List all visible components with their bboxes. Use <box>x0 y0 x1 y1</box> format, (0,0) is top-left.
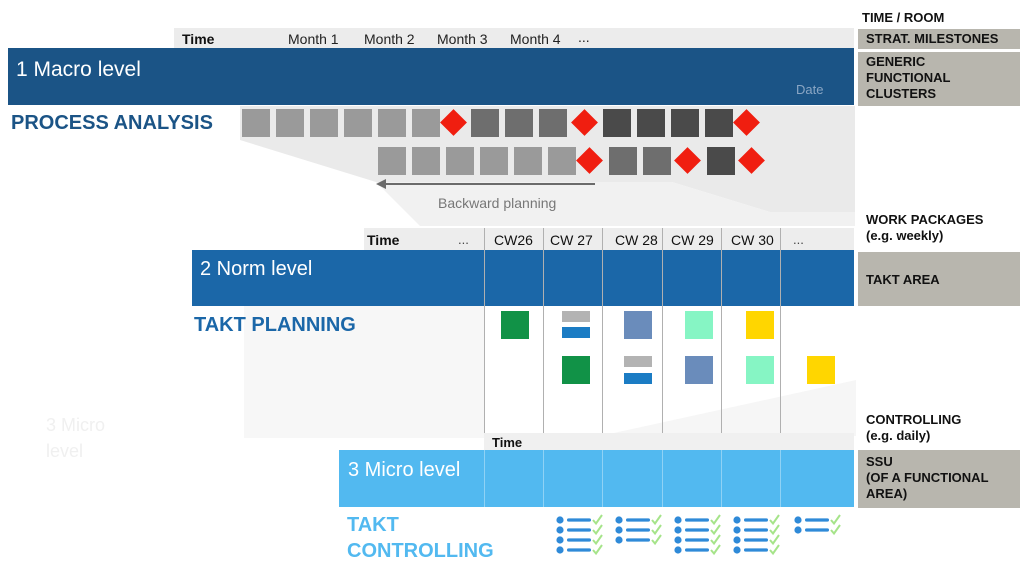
task-block <box>446 147 474 175</box>
month-label: ... <box>578 29 590 45</box>
week-label: CW 30 <box>731 232 774 248</box>
task-block <box>671 109 699 137</box>
work-package <box>562 356 590 384</box>
time-room-label: TIME / ROOM <box>862 10 945 25</box>
work-package <box>685 311 713 339</box>
grid-line <box>543 450 544 507</box>
work-package <box>807 356 835 384</box>
work-package-split-top <box>562 311 590 322</box>
takt-controlling-title-2: CONTROLLING <box>347 540 494 562</box>
month-label: Month 3 <box>437 31 488 47</box>
task-block <box>480 147 508 175</box>
week-label: CW26 <box>494 232 533 248</box>
grid-line <box>484 450 485 507</box>
week-label: CW 28 <box>615 232 658 248</box>
checklist-icon <box>732 514 780 555</box>
task-block <box>603 109 631 137</box>
week-label: ... <box>793 232 804 247</box>
checklist-icon <box>793 514 841 535</box>
month-label: Month 1 <box>288 31 339 47</box>
backward-planning-label: Backward planning <box>438 195 557 211</box>
norm-time-label: Time <box>367 232 400 248</box>
grid-line <box>662 450 663 507</box>
task-block <box>643 147 671 175</box>
work-package-split-bottom <box>562 327 590 338</box>
ssu-label: SSU (OF A FUNCTIONAL AREA) <box>858 450 1020 508</box>
norm-level-label: 2 Norm level <box>200 258 313 280</box>
macro-date-label: Date <box>796 82 824 97</box>
checklist-icon <box>673 514 721 555</box>
task-block <box>471 109 499 137</box>
work-package <box>685 356 713 384</box>
macro-time-label: Time <box>182 31 215 47</box>
checklist-icon <box>614 514 662 545</box>
ghost-micro-label: 3 Micro level <box>46 415 106 461</box>
work-package-split-bottom <box>624 373 652 384</box>
task-block <box>637 109 665 137</box>
takt-controlling-title-1: TAKT <box>347 514 399 536</box>
task-block <box>505 109 533 137</box>
controlling-label: CONTROLLING (e.g. daily) <box>866 412 962 443</box>
takt-area-label: TAKT AREA <box>858 252 1020 306</box>
generic-clusters-label: GENERIC FUNCTIONAL CLUSTERS <box>858 52 1020 106</box>
grid-line <box>780 450 781 507</box>
norm-ellipsis: ... <box>458 232 469 247</box>
work-package-split-top <box>624 356 652 367</box>
micro-time-label: Time <box>492 435 523 450</box>
work-package <box>746 356 774 384</box>
task-block <box>378 109 406 137</box>
checklist-icon <box>555 514 603 555</box>
work-package <box>746 311 774 339</box>
daily-checklists <box>555 514 841 555</box>
task-block <box>344 109 372 137</box>
strat-milestones-label: STRAT. MILESTONES <box>858 29 1020 49</box>
week-label: CW 29 <box>671 232 714 248</box>
task-block <box>276 109 304 137</box>
takt-planning-title: TAKT PLANNING <box>194 314 356 336</box>
task-block <box>705 109 733 137</box>
macro-level-label: 1 Macro level <box>16 58 141 81</box>
grid-line <box>721 450 722 507</box>
work-package <box>624 311 652 339</box>
task-block <box>412 109 440 137</box>
task-block <box>514 147 542 175</box>
task-block <box>412 147 440 175</box>
task-block <box>539 109 567 137</box>
work-packages-label: WORK PACKAGES (e.g. weekly) <box>866 212 984 243</box>
month-label: Month 2 <box>364 31 415 47</box>
work-package <box>501 311 529 339</box>
week-label: CW 27 <box>550 232 593 248</box>
month-label: Month 4 <box>510 31 561 47</box>
task-block <box>548 147 576 175</box>
task-block <box>242 109 270 137</box>
task-block <box>609 147 637 175</box>
task-block <box>378 147 406 175</box>
task-block <box>707 147 735 175</box>
backward-planning-arrow <box>376 179 595 189</box>
micro-level-label: 3 Micro level <box>348 459 461 481</box>
process-analysis-title: PROCESS ANALYSIS <box>11 112 213 134</box>
task-block <box>310 109 338 137</box>
grid-line <box>602 450 603 507</box>
micro-time-header <box>484 433 854 450</box>
